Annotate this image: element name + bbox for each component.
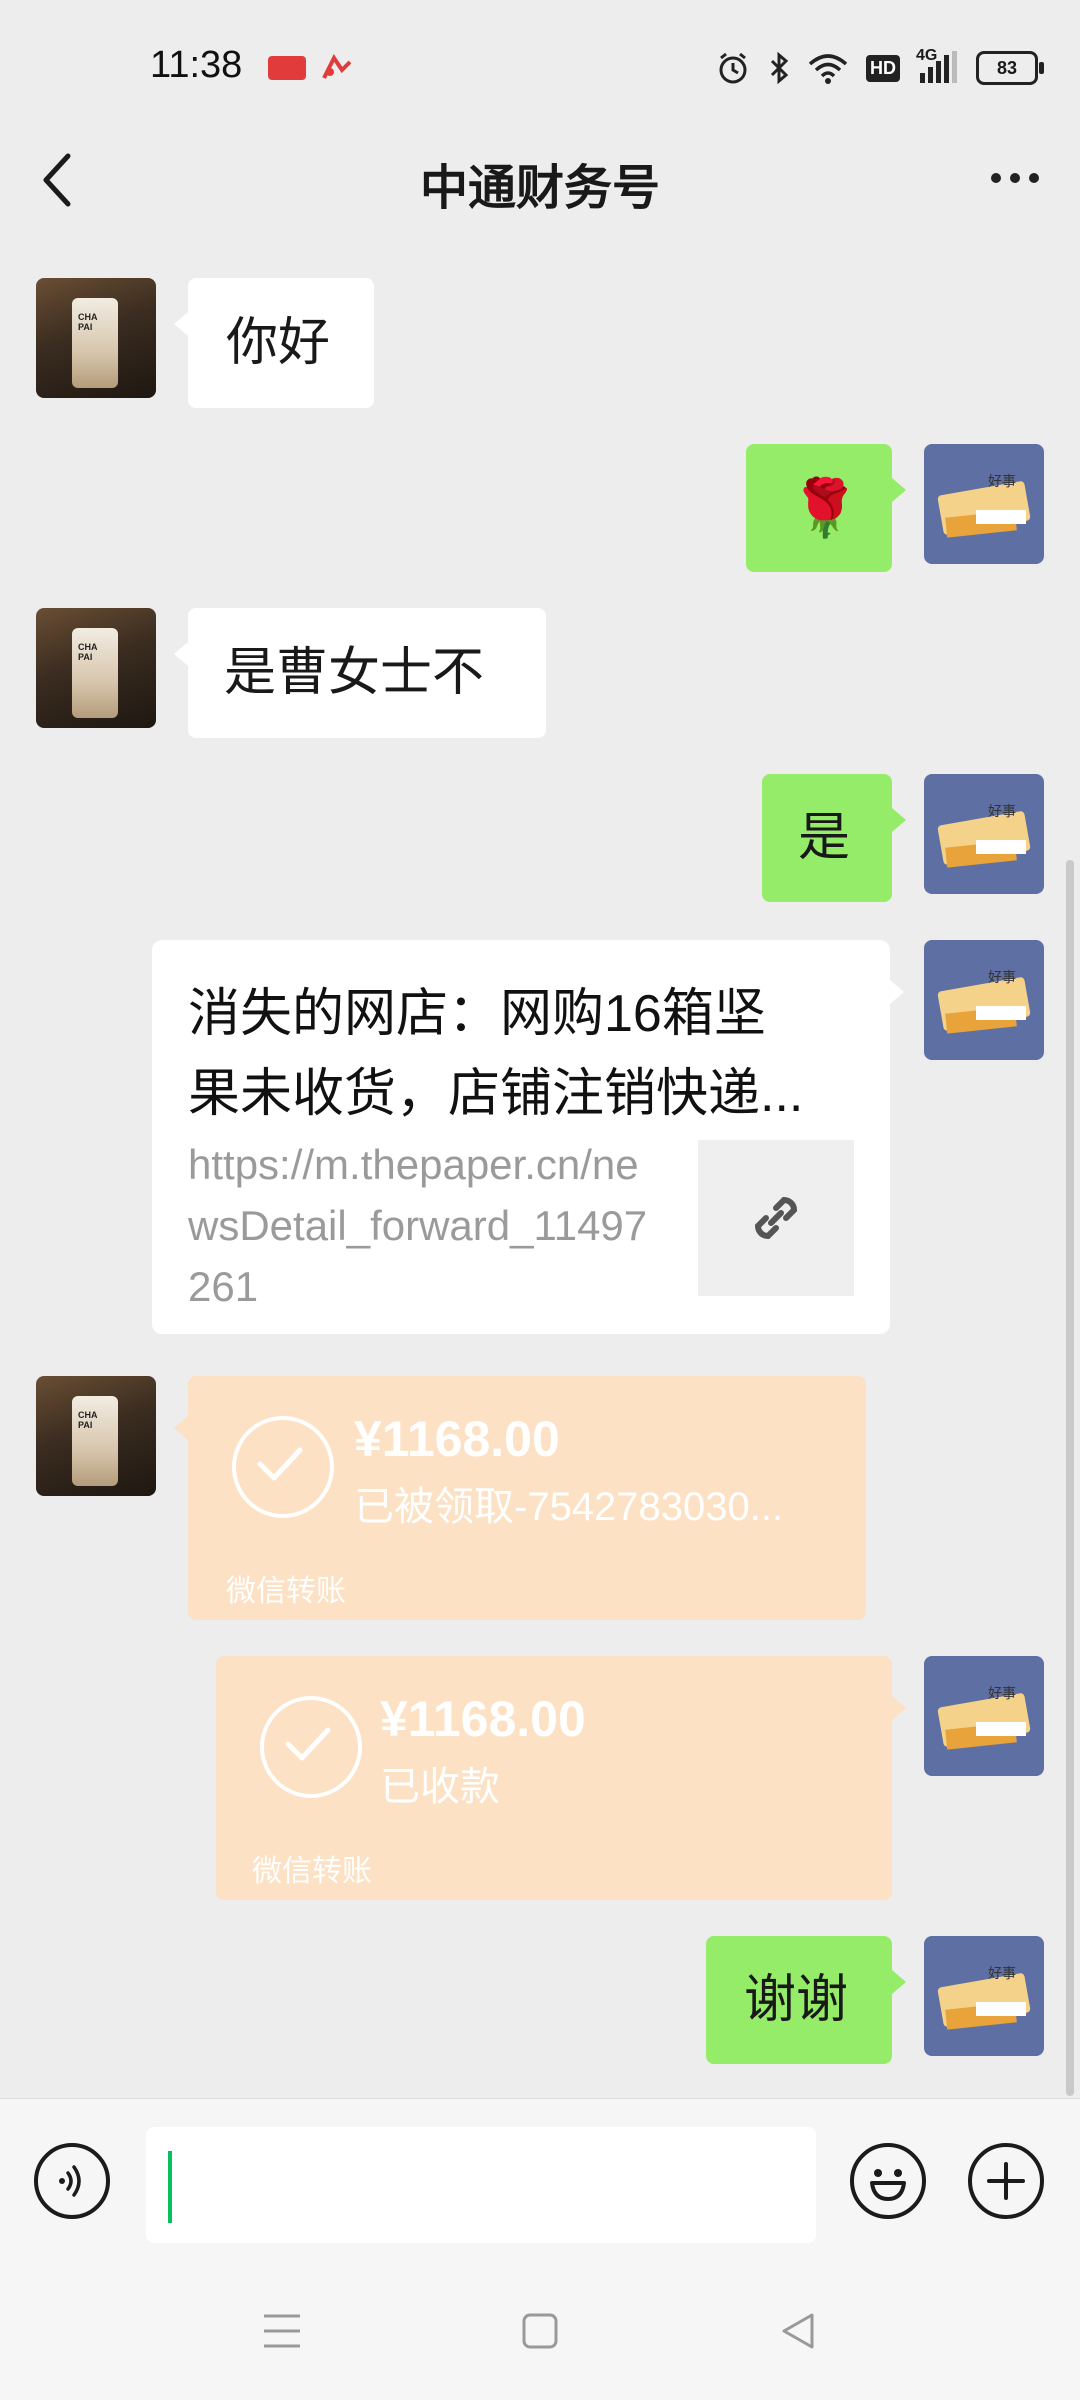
svg-text:好事: 好事 <box>988 1686 1016 1702</box>
check-circle-icon <box>232 1416 334 1518</box>
hd-icon: HD <box>866 54 900 82</box>
sign-icon: 好事 <box>937 474 1031 538</box>
status-bar: 11:38 HD 4G 83 <box>0 0 1080 130</box>
transfer-label: 微信转账 <box>252 1855 372 1888</box>
my-avatar[interactable]: 好事 <box>924 774 1044 894</box>
sign-icon: 好事 <box>937 1966 1031 2030</box>
transfer-amount: ¥1168.00 <box>354 1411 560 1467</box>
chat-messages[interactable]: 你好 🌹 好事 是曹女士不 是 好事 消失的网店：网购16箱坚 果未收货，店铺注… <box>0 230 1080 2098</box>
back-nav-button[interactable] <box>768 2306 828 2356</box>
message-input-bar <box>0 2098 1080 2261</box>
transfer-amount: ¥1168.00 <box>380 1691 586 1747</box>
rose-emoji: 🌹 <box>790 476 860 539</box>
alarm-icon <box>716 51 750 85</box>
contact-avatar[interactable] <box>36 608 156 728</box>
more-dot <box>1010 173 1020 183</box>
transfer-message-sent[interactable]: ¥1168.00 已收款 微信转账 <box>216 1656 906 1900</box>
link-card-thumbnail <box>698 1140 854 1296</box>
more-options-button[interactable] <box>984 158 1046 198</box>
status-icons: HD 4G 83 <box>716 46 1044 90</box>
app-notification-icon <box>320 54 354 82</box>
recent-apps-button[interactable] <box>252 2306 312 2356</box>
sent-message-bubble[interactable]: 谢谢 <box>706 1936 906 2064</box>
transfer-message-received[interactable]: ¥1168.00 已被领取-7542783030... 微信转账 <box>174 1376 866 1620</box>
bluetooth-icon <box>768 51 790 85</box>
wifi-icon <box>808 52 848 84</box>
svg-text:好事: 好事 <box>988 804 1016 820</box>
link-card-message[interactable]: 消失的网店：网购16箱坚 果未收货，店铺注销快递... https://m.th… <box>152 940 904 1334</box>
message-text: 谢谢 <box>744 1971 849 2029</box>
link-title-line: 果未收货，店铺注销快递... <box>188 1065 804 1123</box>
svg-text:好事: 好事 <box>988 1966 1016 1982</box>
more-dot <box>1029 173 1039 183</box>
sent-message-bubble[interactable]: 是 <box>762 774 906 902</box>
sign-icon: 好事 <box>937 970 1031 1034</box>
message-text: 你好 <box>226 314 331 372</box>
link-card-url: https://m.thepaper.cn/newsDetail_forward… <box>188 1141 648 1310</box>
contact-avatar[interactable] <box>36 278 156 398</box>
contact-avatar[interactable] <box>36 1376 156 1496</box>
home-button[interactable] <box>510 2306 570 2356</box>
home-square-icon <box>522 2313 558 2349</box>
chat-title: 中通财务号 <box>419 162 660 215</box>
message-input[interactable] <box>146 2127 816 2243</box>
emoji-button[interactable] <box>850 2143 926 2219</box>
voice-icon <box>59 2165 81 2197</box>
system-navigation-bar <box>0 2260 1080 2400</box>
my-avatar[interactable]: 好事 <box>924 444 1044 564</box>
received-message-bubble[interactable]: 你好 <box>174 278 374 408</box>
svg-text:好事: 好事 <box>988 474 1016 490</box>
emoji-icon <box>870 2169 906 2201</box>
signal-icon: 4G <box>916 47 958 85</box>
my-avatar[interactable]: 好事 <box>924 1656 1044 1776</box>
my-avatar[interactable]: 好事 <box>924 1936 1044 2056</box>
svg-text:好事: 好事 <box>988 970 1016 986</box>
link-title-line: 消失的网店：网购16箱坚 <box>188 985 766 1043</box>
message-text: 是 <box>798 809 851 867</box>
sign-icon: 好事 <box>937 804 1031 868</box>
more-features-button[interactable] <box>968 2143 1044 2219</box>
sign-icon: 好事 <box>937 1686 1031 1750</box>
transfer-label: 微信转账 <box>226 1575 346 1608</box>
chat-scrollbar[interactable] <box>1066 860 1074 2096</box>
voice-input-button[interactable] <box>34 2143 110 2219</box>
message-text: 是曹女士不 <box>224 644 485 702</box>
news-app-notification-icon <box>268 56 306 80</box>
more-dot <box>991 173 1001 183</box>
chat-header: 中通财务号 <box>0 130 1080 230</box>
link-card-title: 消失的网店：网购16箱坚 果未收货，店铺注销快递... <box>188 974 858 1134</box>
my-avatar[interactable]: 好事 <box>924 940 1044 1060</box>
transfer-status: 已被领取-7542783030... <box>354 1485 784 1529</box>
battery-icon: 83 <box>976 51 1044 85</box>
back-triangle-icon <box>782 2313 814 2349</box>
status-time: 11:38 <box>150 44 243 86</box>
transfer-status: 已收款 <box>380 1765 500 1809</box>
text-cursor <box>168 2151 172 2223</box>
received-message-bubble[interactable]: 是曹女士不 <box>174 608 546 738</box>
check-circle-icon <box>260 1696 362 1798</box>
link-icon <box>754 1196 798 1240</box>
menu-icon <box>264 2314 300 2348</box>
sent-message-bubble[interactable]: 🌹 <box>746 444 906 572</box>
plus-icon <box>987 2162 1025 2200</box>
